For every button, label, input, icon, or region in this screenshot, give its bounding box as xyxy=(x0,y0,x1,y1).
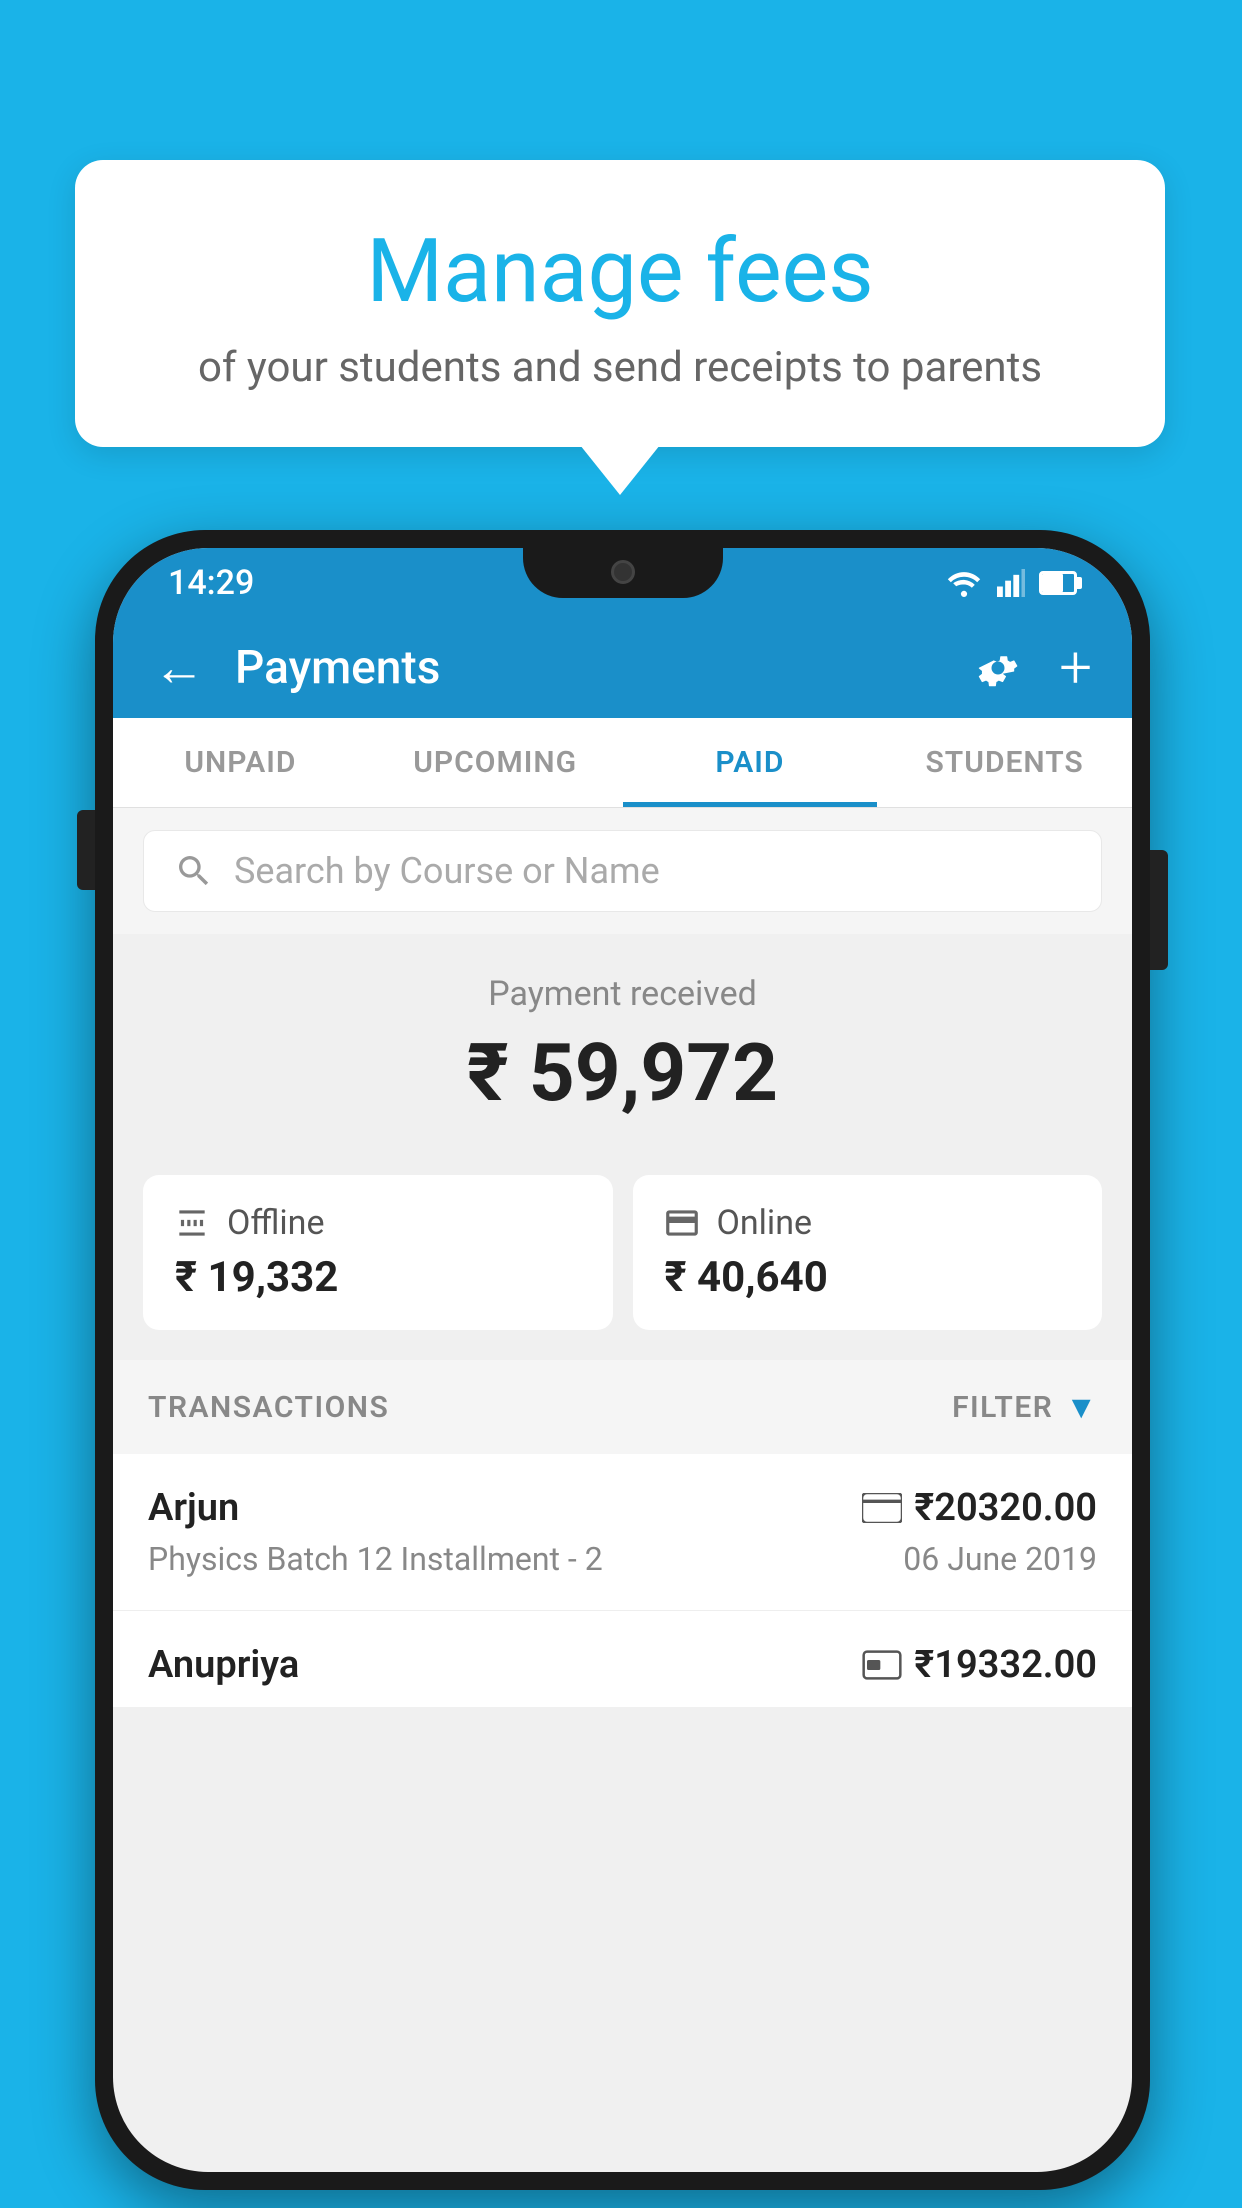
tab-students[interactable]: STUDENTS xyxy=(877,718,1132,807)
battery-icon xyxy=(1039,571,1077,595)
tab-unpaid[interactable]: UNPAID xyxy=(113,718,368,807)
payment-method-icon-2 xyxy=(862,1650,902,1680)
transactions-label: TRANSACTIONS xyxy=(148,1390,389,1425)
student-name: Anupriya xyxy=(148,1643,299,1687)
transaction-right: ₹20320.00 xyxy=(862,1486,1097,1530)
app-bar-icons: + xyxy=(972,639,1092,697)
bubble-title: Manage fees xyxy=(155,220,1085,323)
filter-icon: ▼ xyxy=(1065,1388,1097,1426)
add-button[interactable]: + xyxy=(1059,639,1092,697)
tab-upcoming[interactable]: UPCOMING xyxy=(368,718,623,807)
filter-container[interactable]: FILTER ▼ xyxy=(952,1388,1097,1426)
signal-icon xyxy=(995,569,1027,597)
search-box[interactable]: Search by Course or Name xyxy=(143,830,1102,912)
search-container: Search by Course or Name xyxy=(113,808,1132,934)
online-amount: ₹ 40,640 xyxy=(663,1253,1073,1302)
payment-summary: Payment received ₹ 59,972 xyxy=(113,934,1132,1155)
transactions-header: TRANSACTIONS FILTER ▼ xyxy=(113,1360,1132,1454)
payment-amount: ₹ 59,972 xyxy=(143,1026,1102,1120)
transaction-row[interactable]: Arjun ₹20320.00 Physics Batch 12 Install… xyxy=(113,1454,1132,1611)
transaction-bottom: Physics Batch 12 Installment - 2 06 June… xyxy=(148,1540,1097,1578)
student-name: Arjun xyxy=(148,1486,239,1530)
transaction-top: Arjun ₹20320.00 xyxy=(148,1486,1097,1530)
transaction-right-2: ₹19332.00 xyxy=(862,1643,1097,1687)
offline-type: Offline xyxy=(227,1203,324,1243)
transaction-amount-2: ₹19332.00 xyxy=(914,1643,1097,1687)
tabs-bar: UNPAID UPCOMING PAID STUDENTS xyxy=(113,718,1132,808)
filter-label: FILTER xyxy=(952,1390,1053,1425)
transaction-row-partial[interactable]: Anupriya ₹19332.00 xyxy=(113,1611,1132,1707)
offline-card: Offline ₹ 19,332 xyxy=(143,1175,613,1330)
transaction-top-partial: Anupriya ₹19332.00 xyxy=(148,1643,1097,1687)
offline-card-header: Offline xyxy=(173,1203,583,1243)
phone-outer: 14:29 xyxy=(95,530,1150,2190)
notch-camera xyxy=(611,560,635,584)
app-bar: ← Payments + xyxy=(113,618,1132,718)
tab-paid[interactable]: PAID xyxy=(623,718,878,807)
phone-screen: 14:29 xyxy=(113,548,1132,2172)
course-name: Physics Batch 12 Installment - 2 xyxy=(148,1540,603,1578)
search-input[interactable]: Search by Course or Name xyxy=(234,850,660,892)
bubble-subtitle: of your students and send receipts to pa… xyxy=(155,343,1085,392)
transaction-amount: ₹20320.00 xyxy=(914,1486,1097,1530)
online-icon xyxy=(663,1204,701,1242)
online-card: Online ₹ 40,640 xyxy=(633,1175,1103,1330)
online-card-header: Online xyxy=(663,1203,1073,1243)
payment-label: Payment received xyxy=(143,974,1102,1014)
offline-icon xyxy=(173,1204,211,1242)
search-icon xyxy=(174,851,214,891)
offline-amount: ₹ 19,332 xyxy=(173,1253,583,1302)
notch xyxy=(523,548,723,598)
online-type: Online xyxy=(717,1203,813,1243)
status-time: 14:29 xyxy=(168,563,254,603)
back-button[interactable]: ← xyxy=(153,642,205,694)
app-bar-title: Payments xyxy=(235,641,942,695)
payment-method-icon xyxy=(862,1493,902,1523)
status-bar: 14:29 xyxy=(113,548,1132,618)
speech-bubble: Manage fees of your students and send re… xyxy=(75,160,1165,447)
transaction-date: 06 June 2019 xyxy=(903,1540,1097,1578)
status-icons xyxy=(945,569,1077,597)
payment-cards: Offline ₹ 19,332 Online ₹ 40,640 xyxy=(113,1155,1132,1360)
settings-icon[interactable] xyxy=(972,642,1024,694)
wifi-icon xyxy=(945,569,983,597)
phone-wrapper: 14:29 xyxy=(95,530,1150,2190)
